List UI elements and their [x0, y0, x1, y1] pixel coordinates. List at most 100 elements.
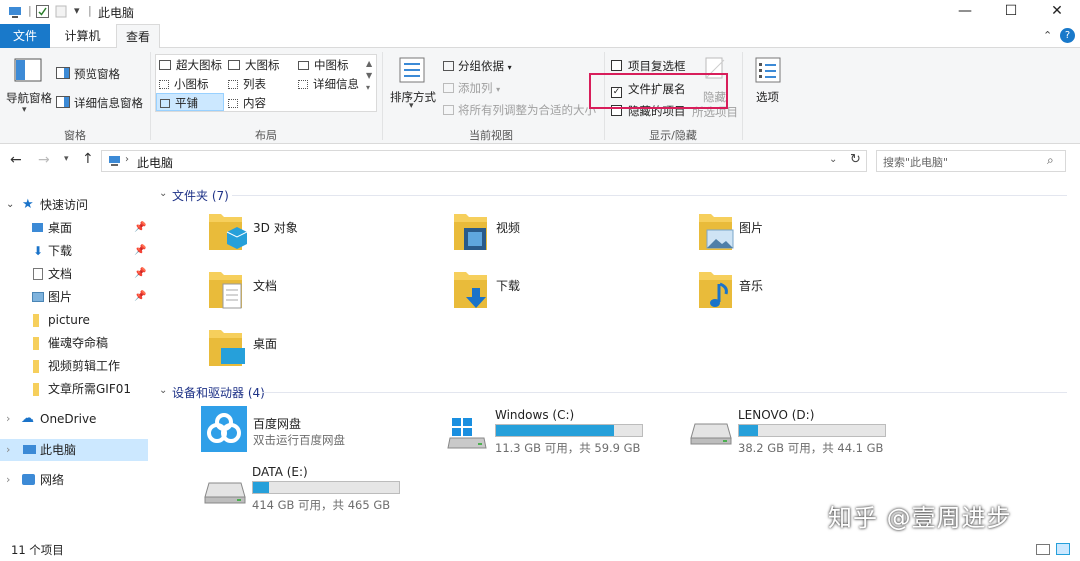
group-by-button[interactable]: 分组依据 ▾: [443, 58, 512, 74]
details-view-icon[interactable]: [1036, 544, 1050, 555]
drive-usage-fill: [496, 425, 615, 436]
pin-icon[interactable]: 📌: [134, 263, 146, 285]
details-pane-icon: [56, 96, 70, 108]
tab-file[interactable]: 文件: [0, 24, 50, 48]
customize-toolbar-icon[interactable]: ▾: [74, 4, 80, 20]
expand-chevron-icon[interactable]: ⌄: [6, 194, 14, 216]
layout-content[interactable]: 内容: [228, 95, 266, 111]
collapse-chevron-icon[interactable]: ⌄: [159, 188, 167, 199]
nav-item-folder[interactable]: 视频剪辑工作: [0, 355, 148, 377]
folder-tile[interactable]: 下载: [450, 268, 680, 314]
drive-usage-bar: [738, 424, 886, 437]
watermark: 知乎 @壹周进步: [828, 504, 1012, 532]
nav-item-pictures[interactable]: 图片 📌: [0, 286, 148, 308]
small-icons-icon: [159, 80, 169, 89]
options-button[interactable]: 选项: [756, 89, 779, 105]
layout-small-icons[interactable]: 小图标: [159, 76, 209, 92]
folders-section-header[interactable]: 文件夹 (7): [172, 187, 229, 204]
fit-columns-button[interactable]: 将所有列调整为合适的大小: [443, 102, 596, 118]
properties-icon[interactable]: [36, 5, 49, 18]
close-button[interactable]: ✕: [1034, 0, 1080, 24]
sort-by-icon: [399, 57, 425, 83]
recent-locations-icon[interactable]: ▾: [64, 154, 69, 164]
preview-pane-button[interactable]: 预览窗格: [74, 66, 120, 82]
options-icon: [755, 57, 781, 83]
search-box[interactable]: 搜索"此电脑" ⌕: [876, 150, 1066, 172]
navigation-pane-button[interactable]: 导航窗格: [6, 90, 52, 106]
collapse-chevron-icon[interactable]: ⌄: [159, 385, 167, 396]
item-checkboxes-checkbox[interactable]: [611, 60, 622, 71]
windows-drive-icon: [447, 418, 487, 449]
nav-item-documents[interactable]: 文档 📌: [0, 263, 148, 285]
documents-icon: [209, 272, 242, 309]
nav-quick-access[interactable]: ⌄ ★ 快速访问: [0, 194, 148, 216]
pin-icon[interactable]: 📌: [134, 217, 146, 239]
minimize-button[interactable]: —: [942, 0, 988, 24]
folder-tile[interactable]: 音乐: [695, 268, 925, 314]
breadcrumb[interactable]: 此电脑: [137, 154, 173, 171]
nav-item-folder[interactable]: 文章所需GIF01: [0, 378, 148, 400]
item-checkboxes-toggle[interactable]: 项目复选框: [611, 58, 686, 74]
folder-tile[interactable]: 3D 对象: [205, 210, 435, 256]
refresh-icon[interactable]: ↻: [850, 152, 861, 167]
help-icon[interactable]: ?: [1060, 28, 1075, 43]
pin-icon[interactable]: 📌: [134, 286, 146, 308]
chevron-down-icon: ▾: [22, 105, 27, 115]
gallery-scroll[interactable]: ▲ ▼ ▾: [366, 58, 372, 94]
fit-columns-icon: [443, 105, 454, 115]
baidu-netdisk-tile[interactable]: 百度网盘 双击运行百度网盘: [201, 406, 431, 456]
devices-section-header[interactable]: 设备和驱动器 (4): [172, 384, 265, 401]
nav-item-desktop[interactable]: 桌面 📌: [0, 217, 148, 239]
address-dropdown-icon[interactable]: ⌄: [829, 154, 837, 165]
nav-item-downloads[interactable]: ⬇ 下载 📌: [0, 240, 148, 262]
back-arrow-icon[interactable]: ←: [10, 152, 22, 168]
maximize-button[interactable]: ☐: [988, 0, 1034, 24]
drive-tile[interactable]: LENOVO (D:) 38.2 GB 可用，共 44.1 GB: [689, 406, 899, 456]
drive-tile[interactable]: Windows (C:) 11.3 GB 可用，共 59.9 GB: [446, 406, 656, 456]
layout-tiles[interactable]: 平铺: [156, 93, 224, 111]
add-column-button[interactable]: 添加列 ▾: [443, 80, 500, 96]
search-input[interactable]: 搜索"此电脑": [883, 154, 948, 170]
drive-tile[interactable]: DATA (E:) 414 GB 可用，共 465 GB: [203, 463, 413, 513]
this-pc-icon: [23, 445, 36, 454]
layout-list[interactable]: 列表: [228, 76, 266, 92]
large-icons-view-icon[interactable]: [1056, 543, 1070, 555]
up-arrow-icon[interactable]: ↑: [82, 151, 94, 167]
hard-drive-icon: [690, 423, 732, 445]
forward-arrow-icon[interactable]: →: [38, 152, 50, 168]
tab-view[interactable]: 查看: [116, 24, 160, 49]
expand-chevron-icon[interactable]: ›: [6, 408, 10, 430]
group-separator: [150, 52, 151, 140]
layout-extra-large-icons[interactable]: 超大图标: [159, 57, 222, 73]
drive-usage-bar: [252, 481, 400, 494]
expand-chevron-icon[interactable]: ›: [6, 439, 10, 461]
address-bar[interactable]: › 此电脑 ⌄ ↻: [101, 150, 867, 172]
details-pane-button[interactable]: 详细信息窗格: [74, 95, 143, 111]
nav-item-folder[interactable]: 催魂夺命稿: [0, 332, 148, 354]
search-icon[interactable]: ⌕: [1047, 153, 1054, 168]
collapse-ribbon-icon[interactable]: ⌃: [1043, 29, 1052, 42]
navigation-pane-icon: [14, 58, 42, 82]
highlight-box: [589, 73, 728, 109]
nav-item-onedrive[interactable]: › ☁ OneDrive: [0, 408, 148, 430]
extra-large-icons-icon: [159, 60, 171, 70]
layout-large-icons[interactable]: 大图标: [228, 57, 280, 73]
layout-medium-icons[interactable]: 中图标: [298, 57, 349, 73]
status-bar: 11 个项目: [0, 540, 1080, 561]
nav-item-network[interactable]: › 网络: [0, 469, 148, 491]
tab-computer[interactable]: 计算机: [55, 24, 110, 48]
folder-tile[interactable]: 视频: [450, 210, 680, 256]
new-folder-icon[interactable]: [55, 5, 68, 18]
ribbon-panel: 导航窗格 ▾ 预览窗格 详细信息窗格 窗格 超大图标 大图标 中图标 小图标 列…: [0, 48, 1080, 144]
folder-tile[interactable]: 图片: [695, 210, 925, 256]
folder-tile[interactable]: 桌面: [205, 326, 435, 372]
pin-icon[interactable]: 📌: [134, 240, 146, 262]
nav-item-this-pc[interactable]: › 此电脑: [0, 439, 148, 461]
layout-details[interactable]: 详细信息: [298, 76, 359, 92]
desktop-icon: [32, 223, 43, 232]
nav-item-folder[interactable]: picture: [0, 309, 148, 331]
breadcrumb-chevron-icon[interactable]: ›: [125, 154, 129, 165]
window-title: 此电脑: [98, 6, 135, 20]
expand-chevron-icon[interactable]: ›: [6, 469, 10, 491]
folder-tile[interactable]: 文档: [205, 268, 435, 314]
